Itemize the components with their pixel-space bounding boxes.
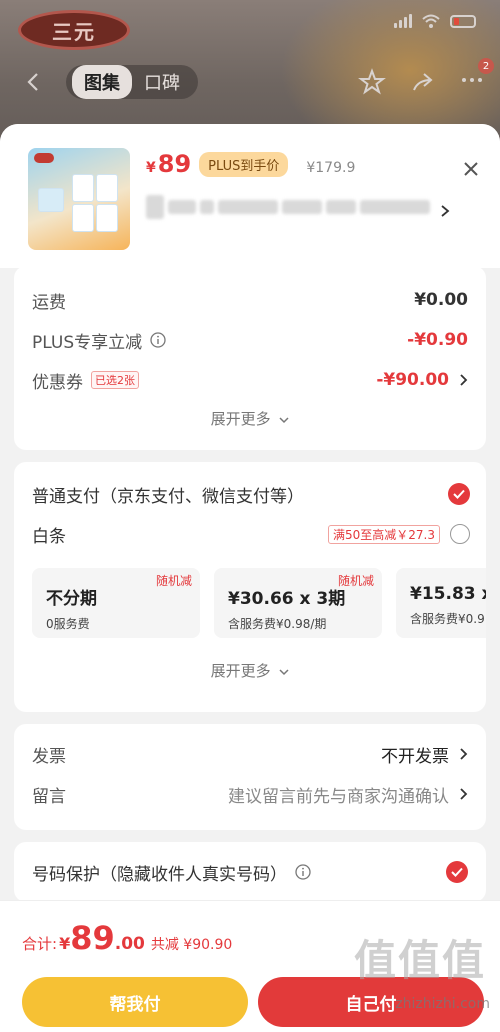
star-icon[interactable]: [358, 68, 386, 96]
nav-bar: 图集 口碑 2: [0, 58, 500, 102]
plan-no-installment[interactable]: 随机减 不分期 0服务费: [32, 568, 200, 638]
chevron-down-icon: [279, 669, 289, 676]
wifi-icon: [422, 14, 440, 28]
invoice-label: 发票: [32, 746, 66, 767]
price: 89: [157, 150, 192, 178]
plus-discount-row: PLUS专享立减 -¥0.90: [32, 320, 468, 360]
chevron-right-icon: [460, 748, 468, 760]
random-discount-tag: 随机减: [337, 574, 374, 588]
message-label: 留言: [32, 786, 66, 807]
baitiao-promo-tag: 满50至高减￥27.3: [328, 524, 440, 544]
shipping-row: 运费 ¥0.00: [32, 280, 468, 320]
total-amount: 合计: ¥ 89 .00 共减 ¥90.90: [22, 919, 232, 957]
coupon-label: 优惠券: [32, 372, 83, 393]
baitiao-label: 白条: [32, 526, 66, 547]
watermark-logo: 值值值: [353, 936, 486, 985]
shipping-label: 运费: [32, 292, 66, 313]
checkout-sheet: ¥ 89 PLUS到手价 ¥179.9 运费 ¥0.00 PLUS专享立减 -¥…: [0, 124, 500, 1032]
price-currency: ¥: [146, 160, 156, 176]
info-icon[interactable]: [295, 864, 311, 880]
expand-more-label: 展开更多: [210, 410, 271, 428]
expand-more-payment[interactable]: 展开更多: [32, 660, 486, 681]
chevron-down-icon: [279, 417, 289, 424]
coupon-selected-tag: 已选2张: [91, 371, 139, 389]
radio-unselected-icon[interactable]: [450, 524, 470, 544]
chevron-right-icon: [460, 788, 468, 800]
background-page: 三元 图集 口碑 2: [0, 0, 500, 140]
plan-fee: 含服务费¥0.98/期: [228, 617, 327, 631]
fee-summary: 运费 ¥0.00 PLUS专享立减 -¥0.90 优惠券 已选2张 -¥90.0…: [14, 266, 486, 450]
close-icon[interactable]: [462, 160, 480, 178]
plus-price-tag: PLUS到手价: [199, 151, 289, 177]
privacy-row[interactable]: 号码保护（隐藏收件人真实号码）: [32, 852, 468, 892]
battery-icon: [450, 14, 476, 28]
signal-icon: [394, 14, 412, 28]
payment-method: 普通支付（京东支付、微信支付等） 白条 满50至高减￥27.3 随机减 不分期 …: [14, 462, 486, 712]
invoice-message: 发票 不开发票 留言 建议留言前先与商家沟通确认: [14, 724, 486, 830]
product-summary: ¥ 89 PLUS到手价 ¥179.9: [0, 124, 500, 268]
expand-more-label: 展开更多: [210, 662, 271, 680]
installment-plans: 随机减 不分期 0服务费 随机减 ¥30.66 x 3期 含服务费¥0.98/期…: [32, 568, 486, 638]
back-icon[interactable]: [22, 70, 46, 94]
product-thumbnail: [28, 148, 130, 250]
status-bar: [394, 14, 476, 28]
more-menu[interactable]: 2: [458, 58, 494, 98]
random-discount-tag: 随机减: [155, 574, 192, 588]
plan-3-installments[interactable]: 随机减 ¥30.66 x 3期 含服务费¥0.98/期: [214, 568, 382, 638]
product-title-blurred: [146, 194, 456, 220]
plus-discount-label: PLUS专享立减: [32, 332, 143, 353]
total-decimal: .00: [114, 934, 145, 954]
normal-payment-row[interactable]: 普通支付（京东支付、微信支付等）: [32, 474, 486, 514]
nav-actions: 2: [358, 58, 494, 98]
total-integer: 89: [70, 919, 115, 957]
number-protection: 号码保护（隐藏收件人真实号码）: [14, 842, 486, 902]
baitiao-row[interactable]: 白条 满50至高减￥27.3: [32, 514, 486, 554]
brand-logo: 三元: [18, 10, 130, 50]
invoice-value: 不开发票: [381, 746, 449, 767]
normal-payment-label: 普通支付（京东支付、微信支付等）: [32, 486, 304, 507]
total-label: 合计:: [22, 935, 58, 953]
info-icon[interactable]: [150, 332, 166, 348]
plus-discount-value: -¥0.90: [407, 330, 468, 350]
message-hint: 建议留言前先与商家沟通确认: [228, 786, 449, 807]
check-selected-icon[interactable]: [446, 861, 468, 883]
check-selected-icon[interactable]: [448, 483, 470, 505]
expand-more-fees[interactable]: 展开更多: [32, 408, 468, 429]
price-row: ¥ 89 PLUS到手价 ¥179.9: [146, 150, 355, 178]
chevron-right-icon: [460, 374, 468, 386]
checkout-footer: 合计: ¥ 89 .00 共减 ¥90.90 帮我付 自己付 值值值 zhizh…: [0, 900, 500, 1032]
invoice-row[interactable]: 发票 不开发票: [32, 734, 468, 774]
share-icon[interactable]: [408, 68, 436, 96]
privacy-label: 号码保护（隐藏收件人真实号码）: [32, 864, 287, 885]
coupon-value: -¥90.00: [376, 370, 449, 390]
plan-fee: 含服务费¥0.9: [410, 612, 485, 626]
total-currency: ¥: [59, 934, 71, 953]
message-row[interactable]: 留言 建议留言前先与商家沟通确认: [32, 774, 468, 814]
plan-title: ¥15.83 x: [410, 584, 486, 604]
tab-group: 图集 口碑: [66, 65, 198, 99]
help-pay-button[interactable]: 帮我付: [22, 977, 248, 1027]
shipping-value: ¥0.00: [414, 290, 468, 310]
plan-fee: 0服务费: [46, 617, 90, 631]
plan-6-installments[interactable]: ¥15.83 x 含服务费¥0.9: [396, 568, 486, 638]
tab-gallery[interactable]: 图集: [72, 65, 132, 99]
notification-badge: 2: [478, 58, 494, 74]
tab-reviews[interactable]: 口碑: [132, 65, 192, 99]
total-saved: 共减 ¥90.90: [150, 937, 233, 953]
coupon-row[interactable]: 优惠券 已选2张 -¥90.00: [32, 360, 468, 400]
chevron-right-icon[interactable]: [440, 204, 450, 218]
watermark-text: zhizhizhi.com: [395, 996, 490, 1012]
original-price: ¥179.9: [306, 160, 356, 176]
